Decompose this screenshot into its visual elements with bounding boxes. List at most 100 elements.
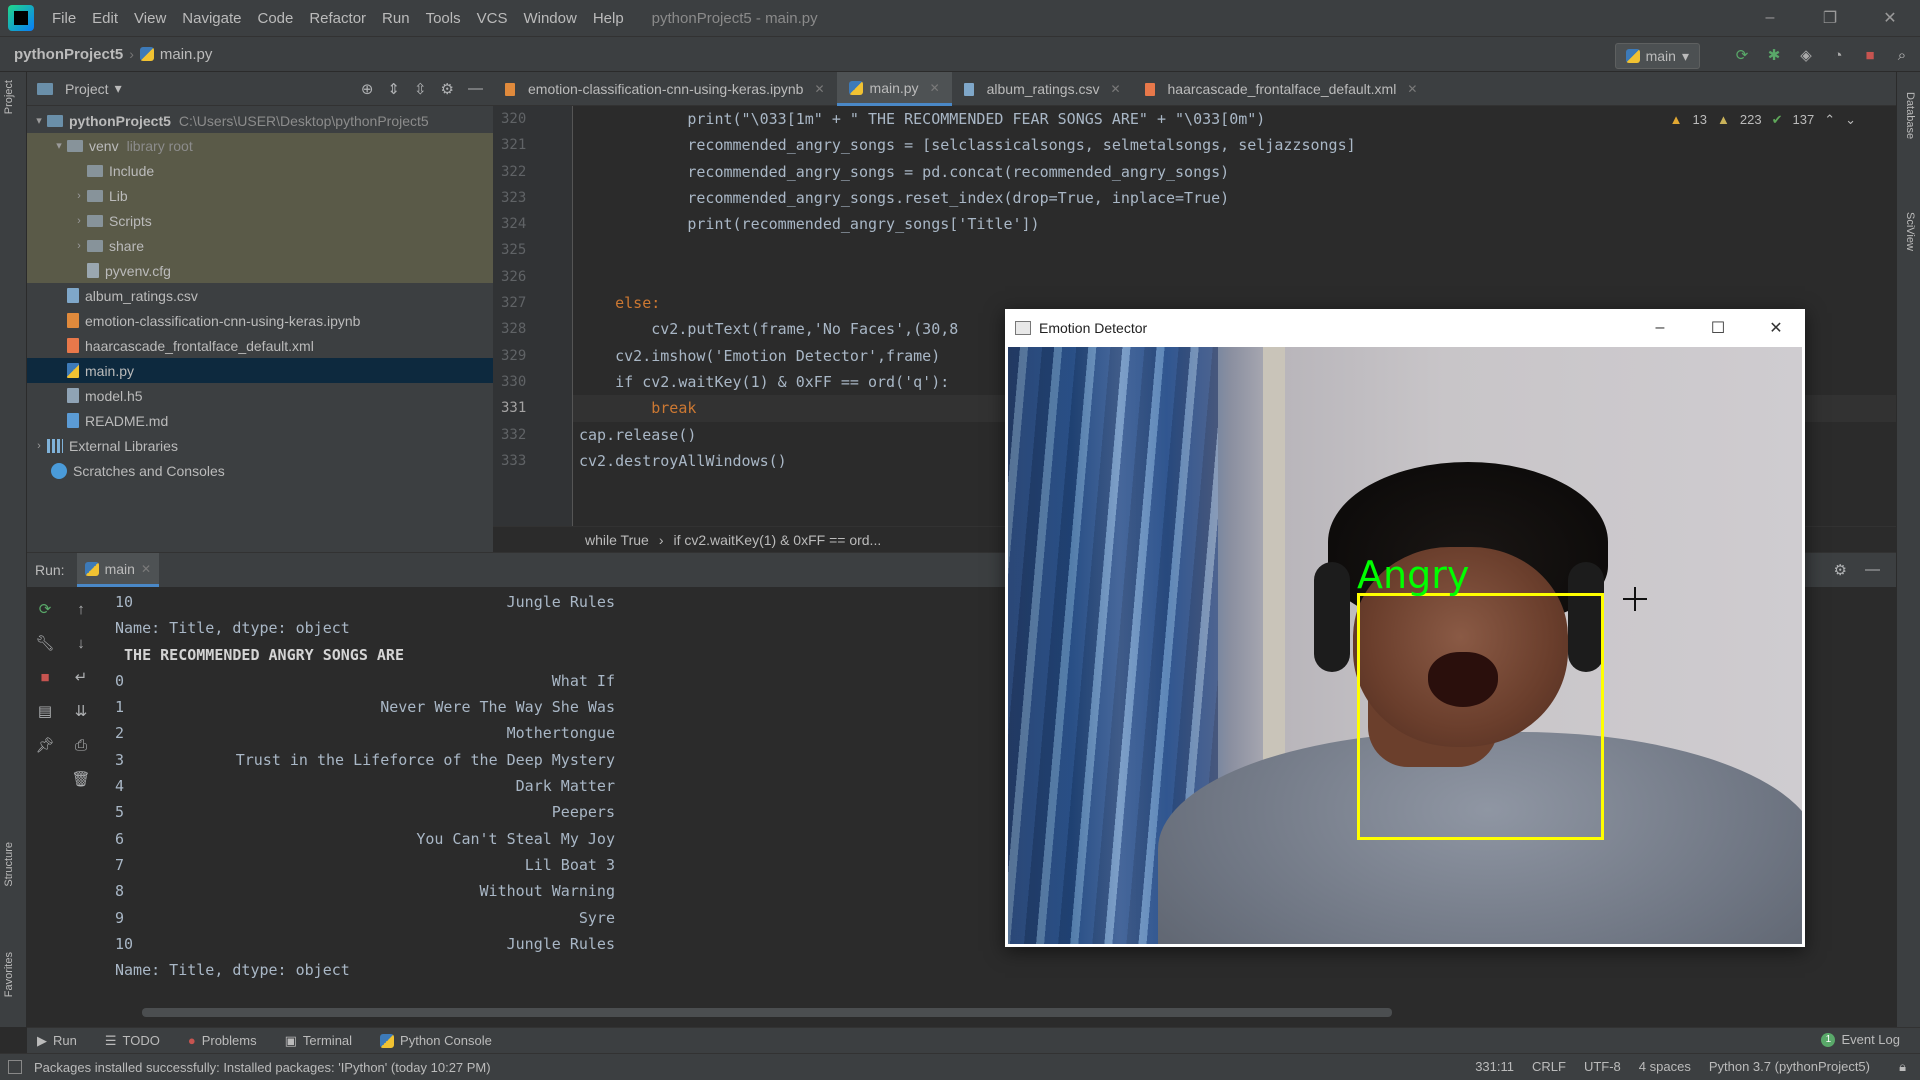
tree-item-external-libraries[interactable]: › External Libraries xyxy=(27,433,493,458)
gear-icon[interactable]: ⚙ xyxy=(441,80,454,98)
chevron-up-icon[interactable]: ⌃ xyxy=(1824,112,1835,128)
expand-all-icon[interactable]: ⇕ xyxy=(387,80,400,98)
print-icon[interactable]: ⎙ xyxy=(71,735,91,755)
menu-vcs[interactable]: VCS xyxy=(469,10,516,27)
locate-icon[interactable]: ⊕ xyxy=(361,80,374,98)
close-tab-icon[interactable]: ✕ xyxy=(1407,82,1417,96)
hide-panel-icon[interactable]: — xyxy=(468,80,483,98)
arrow-down-icon[interactable]: ↓ xyxy=(71,633,91,653)
tab-notebook[interactable]: emotion-classification-cnn-using-keras.i… xyxy=(493,72,837,106)
tool-tab-todo[interactable]: ☰ TODO xyxy=(105,1033,160,1049)
tree-item-main-py[interactable]: main.py xyxy=(27,358,493,383)
scroll-to-end-icon[interactable]: ⇊ xyxy=(71,701,91,721)
chevron-down-icon[interactable]: ▾ xyxy=(51,139,67,152)
tree-item-pyvenv-cfg[interactable]: pyvenv.cfg xyxy=(27,258,493,283)
tree-item-readme[interactable]: README.md xyxy=(27,408,493,433)
tree-item-model-h5[interactable]: model.h5 xyxy=(27,383,493,408)
minimize-button[interactable]: – xyxy=(1740,0,1800,36)
menu-navigate[interactable]: Navigate xyxy=(174,10,249,27)
line-separator[interactable]: CRLF xyxy=(1532,1059,1566,1074)
tree-item-scripts[interactable]: › Scripts xyxy=(27,208,493,233)
chevron-right-icon[interactable]: › xyxy=(71,190,87,202)
close-tab-icon[interactable]: ✕ xyxy=(1110,82,1120,96)
toggle-tool-windows-icon[interactable] xyxy=(8,1060,22,1074)
database-side-tab[interactable]: Database xyxy=(1904,92,1916,139)
chevron-right-icon[interactable]: › xyxy=(31,440,47,452)
tool-tab-run[interactable]: ▶ Run xyxy=(37,1033,77,1049)
tab-album-ratings[interactable]: album_ratings.csv ✕ xyxy=(952,72,1133,106)
emotion-detector-titlebar[interactable]: Emotion Detector – ☐ ✕ xyxy=(1005,309,1805,347)
run-config-dropdown[interactable]: main ▾ xyxy=(1614,43,1700,69)
menu-window[interactable]: Window xyxy=(515,10,584,27)
chevron-right-icon[interactable]: › xyxy=(71,240,87,252)
inspection-widget[interactable]: ▲ 13 ▲ 223 ✔ 137 ⌃ ⌄ xyxy=(1670,112,1856,128)
maximize-button[interactable]: ☐ xyxy=(1689,309,1747,347)
gear-icon[interactable]: ⚙ xyxy=(1834,561,1847,579)
project-side-tab[interactable]: Project xyxy=(3,80,15,114)
pin-icon[interactable]: 📌︎ xyxy=(35,735,55,755)
menu-view[interactable]: View xyxy=(126,10,174,27)
wrench-icon[interactable]: 🔧︎ xyxy=(35,633,55,653)
layout-icon[interactable]: ▤ xyxy=(35,701,55,721)
close-tab-icon[interactable]: ✕ xyxy=(814,82,824,96)
rerun-icon[interactable]: ⟳ xyxy=(1732,45,1752,65)
rerun-icon[interactable]: ⟳ xyxy=(35,599,55,619)
tree-item-share[interactable]: › share xyxy=(27,233,493,258)
collapse-all-icon[interactable]: ⇳ xyxy=(414,80,427,98)
soft-wrap-icon[interactable]: ↵ xyxy=(71,667,91,687)
close-window-button[interactable]: ✕ xyxy=(1747,309,1805,347)
chevron-down-icon[interactable]: ⌄ xyxy=(1845,112,1856,128)
menu-edit[interactable]: Edit xyxy=(84,10,126,27)
menu-tools[interactable]: Tools xyxy=(418,10,469,27)
breadcrumb-if[interactable]: if cv2.waitKey(1) & 0xFF == ord... xyxy=(673,532,881,548)
tool-tab-problems[interactable]: ● Problems xyxy=(188,1033,257,1048)
lock-icon[interactable]: 🔒︎ xyxy=(1899,1059,1906,1075)
indent-setting[interactable]: 4 spaces xyxy=(1639,1059,1691,1074)
project-panel-title[interactable]: Project xyxy=(65,81,109,97)
python-interpreter[interactable]: Python 3.7 (pythonProject5) xyxy=(1709,1059,1870,1074)
sciview-side-tab[interactable]: SciView xyxy=(1904,212,1916,251)
event-log-button[interactable]: 1 Event Log xyxy=(1821,1032,1900,1047)
chevron-down-icon[interactable]: ▾ xyxy=(31,114,47,127)
tree-item-lib[interactable]: › Lib xyxy=(27,183,493,208)
menu-help[interactable]: Help xyxy=(585,10,632,27)
menu-refactor[interactable]: Refactor xyxy=(301,10,374,27)
profile-icon[interactable]: ◔ xyxy=(1828,45,1848,65)
arrow-up-icon[interactable]: ↑ xyxy=(71,599,91,619)
trash-icon[interactable]: 🗑︎ xyxy=(71,769,91,789)
menu-run[interactable]: Run xyxy=(374,10,418,27)
run-tab-main[interactable]: main ✕ xyxy=(76,553,159,587)
tab-haarcascade[interactable]: haarcascade_frontalface_default.xml ✕ xyxy=(1133,72,1430,106)
tree-item-venv[interactable]: ▾ venv library root xyxy=(27,133,493,158)
status-message[interactable]: Packages installed successfully: Install… xyxy=(34,1060,491,1075)
tree-item-include[interactable]: Include xyxy=(27,158,493,183)
favorites-side-tab[interactable]: Favorites xyxy=(3,952,15,997)
tree-item-project-root[interactable]: ▾ pythonProject5 C:\Users\USER\Desktop\p… xyxy=(27,108,493,133)
menu-code[interactable]: Code xyxy=(249,10,301,27)
tool-tab-python-console[interactable]: Python Console xyxy=(380,1033,492,1048)
minimize-button[interactable]: – xyxy=(1631,309,1689,347)
tree-item-album-ratings[interactable]: album_ratings.csv xyxy=(27,283,493,308)
search-icon[interactable]: ⌕ xyxy=(1892,45,1912,65)
chevron-down-icon[interactable]: ▾ xyxy=(115,80,122,97)
tree-item-haarcascade[interactable]: haarcascade_frontalface_default.xml xyxy=(27,333,493,358)
breadcrumb-project[interactable]: pythonProject5 xyxy=(14,46,123,63)
debug-icon[interactable]: ✱ xyxy=(1764,45,1784,65)
tree-item-notebook[interactable]: emotion-classification-cnn-using-keras.i… xyxy=(27,308,493,333)
breadcrumb-file[interactable]: main.py xyxy=(139,46,212,63)
breadcrumb-while[interactable]: while True xyxy=(585,532,649,548)
file-encoding[interactable]: UTF-8 xyxy=(1584,1059,1621,1074)
close-window-button[interactable]: ✕ xyxy=(1860,0,1920,36)
stop-icon[interactable]: ■ xyxy=(35,667,55,687)
coverage-icon[interactable]: ◈ xyxy=(1796,45,1816,65)
tab-main-py[interactable]: main.py ✕ xyxy=(836,72,952,106)
structure-side-tab[interactable]: Structure xyxy=(3,842,15,887)
tree-item-scratches[interactable]: Scratches and Consoles xyxy=(27,458,493,483)
tool-tab-terminal[interactable]: ▣ Terminal xyxy=(285,1033,352,1049)
restore-button[interactable]: ❐ xyxy=(1800,0,1860,36)
hide-panel-icon[interactable]: — xyxy=(1865,561,1880,579)
close-tab-icon[interactable]: ✕ xyxy=(141,562,151,576)
caret-position[interactable]: 331:11 xyxy=(1475,1059,1514,1074)
stop-icon[interactable]: ■ xyxy=(1860,45,1880,65)
horizontal-scrollbar[interactable] xyxy=(142,1008,1392,1017)
